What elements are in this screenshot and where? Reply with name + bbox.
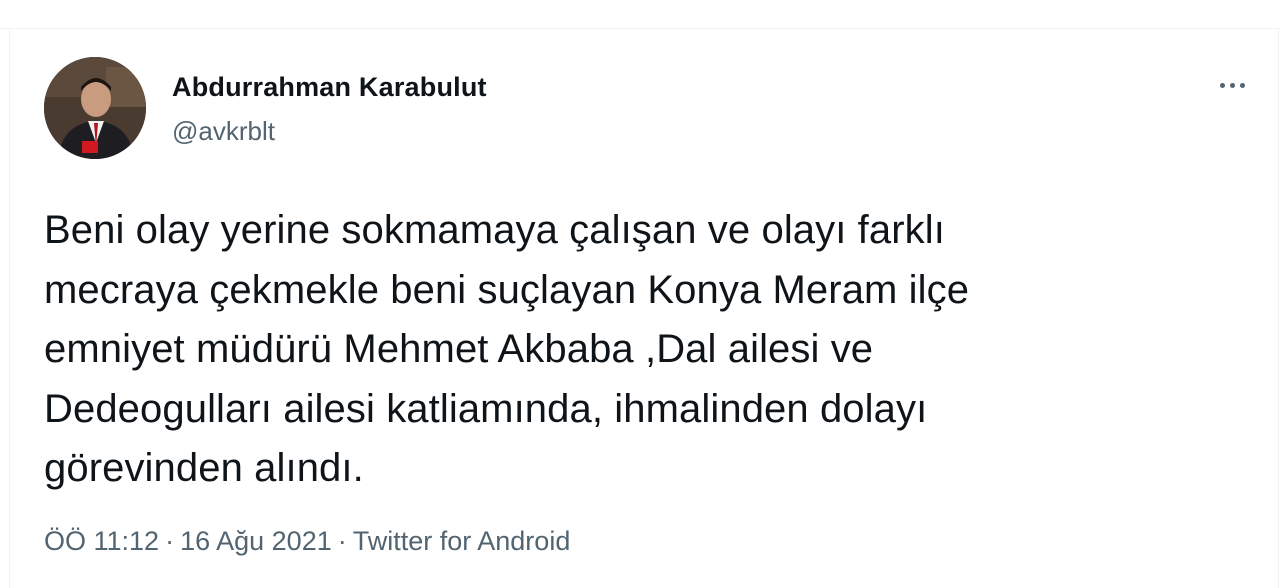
tweet-time[interactable]: ÖÖ 11:12 bbox=[44, 526, 159, 556]
more-horizontal-icon bbox=[1219, 82, 1225, 88]
author-display-name[interactable]: Abdurrahman Karabulut bbox=[172, 72, 487, 103]
page: Abdurrahman Karabulut @avkrblt Beni olay… bbox=[0, 0, 1280, 588]
tweet-source[interactable]: Twitter for Android bbox=[353, 526, 571, 556]
tweet-card: Abdurrahman Karabulut @avkrblt Beni olay… bbox=[10, 29, 1278, 588]
more-horizontal-icon-dot bbox=[1229, 82, 1235, 88]
avatar[interactable] bbox=[44, 57, 146, 159]
tweet-date[interactable]: 16 Ağu 2021 bbox=[180, 526, 332, 556]
tweet-text: Beni olay yerine sokmamaya çalışan ve ol… bbox=[44, 208, 970, 490]
right-border bbox=[1278, 28, 1279, 588]
author-handle[interactable]: @avkrblt bbox=[172, 116, 275, 147]
meta-separator: · bbox=[165, 526, 175, 556]
tweet-metadata: ÖÖ 11:12 · 16 Ağu 2021 · Twitter for Android bbox=[44, 526, 570, 557]
avatar-image bbox=[44, 57, 146, 159]
more-horizontal-icon-dot bbox=[1239, 82, 1245, 88]
more-options-button[interactable] bbox=[1210, 71, 1254, 99]
meta-separator: · bbox=[337, 526, 347, 556]
